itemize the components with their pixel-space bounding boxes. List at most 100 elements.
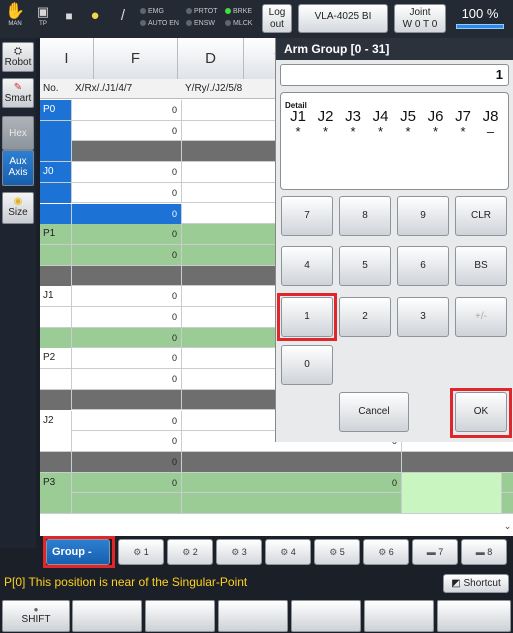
point-name-cell[interactable]	[40, 120, 72, 141]
x-value-cell[interactable]: 0	[72, 224, 182, 245]
function-key-5[interactable]	[364, 600, 434, 632]
column-header-d[interactable]: D	[178, 38, 244, 79]
aux-axis-button[interactable]: Aux Axis	[2, 150, 34, 186]
x-value-cell[interactable]: 0	[72, 286, 182, 307]
point-name-cell[interactable]	[40, 307, 72, 327]
group-button-4[interactable]: ⚙ 4	[265, 539, 311, 565]
function-key-2[interactable]	[145, 600, 215, 632]
wrench-icon[interactable]: /	[112, 3, 134, 33]
group-button-1[interactable]: ⚙ 1	[118, 539, 164, 565]
size-button[interactable]: ◉ Size	[2, 192, 34, 224]
key-5[interactable]: 5	[339, 246, 391, 286]
function-key-3[interactable]	[218, 600, 288, 632]
robot-button[interactable]: ⛭ Robot	[2, 42, 34, 72]
x-value-cell[interactable]: 0	[72, 431, 182, 452]
function-key-6[interactable]	[437, 600, 511, 632]
key-0[interactable]: 0	[281, 345, 333, 385]
top-status-bar: ✋ MAN ▣ TP ■ ● / EMG AUTO EN PRTOT ENSW …	[0, 0, 513, 38]
plus-minus-button[interactable]: +/-	[455, 297, 507, 337]
x-value-cell[interactable]: 0	[72, 162, 182, 183]
x-value-cell[interactable]: 0	[72, 327, 182, 348]
group-button-3[interactable]: ⚙ 3	[216, 539, 262, 565]
point-name-cell[interactable]: P0	[40, 100, 72, 120]
point-name-cell[interactable]: P2	[40, 348, 72, 369]
point-name-cell[interactable]	[40, 389, 72, 410]
function-key-4[interactable]	[291, 600, 361, 632]
hand-icon[interactable]: ✋ MAN	[4, 3, 26, 33]
y-value-cell[interactable]	[182, 493, 402, 514]
x-value-cell[interactable]: 0	[72, 182, 182, 203]
x-value-cell[interactable]: 0	[72, 451, 182, 472]
point-name-cell[interactable]	[40, 244, 72, 265]
z-value-cell[interactable]	[402, 493, 502, 514]
point-name-cell[interactable]	[40, 369, 72, 390]
teach-pendant-icon[interactable]: ▣ TP	[32, 3, 54, 33]
y-value-cell[interactable]: 0	[182, 472, 402, 493]
z-value-cell[interactable]	[402, 472, 502, 493]
coordinate-button[interactable]: Joint W 0 T 0	[394, 4, 446, 33]
x-value-cell[interactable]: 0	[72, 348, 182, 369]
x-value-cell[interactable]: 0	[72, 472, 182, 493]
point-name-cell[interactable]	[40, 327, 72, 348]
coord-mode-label: Joint	[409, 7, 431, 18]
backspace-button[interactable]: BS	[455, 246, 507, 286]
x-value-cell[interactable]	[72, 141, 182, 162]
point-name-cell[interactable]	[40, 451, 72, 472]
column-header-i[interactable]: I	[40, 38, 94, 79]
x-value-cell[interactable]: 0	[72, 203, 182, 224]
point-name-cell[interactable]	[40, 493, 72, 514]
x-value-cell[interactable]: 0	[72, 120, 182, 141]
column-header-f[interactable]: F	[94, 38, 178, 79]
tp-label: TP	[39, 21, 47, 27]
group-button-8[interactable]: ▬ 8	[461, 539, 507, 565]
robot-model-button[interactable]: VLA-4025 BI	[298, 4, 388, 33]
point-name-cell[interactable]	[40, 141, 72, 162]
key-2[interactable]: 2	[339, 297, 391, 337]
stop-square-icon[interactable]: ■	[58, 3, 80, 33]
group-button-6[interactable]: ⚙ 6	[363, 539, 409, 565]
point-name-cell[interactable]	[40, 203, 72, 224]
table-row[interactable]: 0	[40, 451, 513, 473]
point-name-cell[interactable]: J0	[40, 162, 72, 183]
x-value-cell[interactable]: 0	[72, 307, 182, 327]
scroll-down-icon[interactable]: ⌄	[502, 516, 513, 536]
group-button-5[interactable]: ⚙ 5	[314, 539, 360, 565]
key-4[interactable]: 4	[281, 246, 333, 286]
point-name-cell[interactable]	[40, 431, 72, 452]
point-name-cell[interactable]: P1	[40, 224, 72, 245]
hex-button[interactable]: Hex	[2, 116, 34, 150]
point-name-cell[interactable]: J2	[40, 410, 72, 431]
x-value-cell[interactable]: 0	[72, 244, 182, 265]
key-6[interactable]: 6	[397, 246, 449, 286]
table-row[interactable]: P3 0 0	[40, 472, 513, 494]
joint-7: J7 *	[450, 108, 476, 139]
point-name-cell[interactable]	[40, 182, 72, 203]
group-button-2[interactable]: ⚙ 2	[167, 539, 213, 565]
key-7[interactable]: 7	[281, 196, 333, 236]
group-number-input[interactable]: 1	[280, 64, 509, 86]
x-value-cell[interactable]	[72, 265, 182, 286]
shortcut-button[interactable]: ◩ Shortcut	[443, 574, 509, 593]
lightbulb-icon[interactable]: ●	[84, 3, 106, 33]
logout-button[interactable]: Log out	[262, 4, 292, 33]
x-value-cell[interactable]: 0	[72, 410, 182, 431]
function-key-1[interactable]	[72, 600, 142, 632]
speed-button[interactable]: 100 %	[452, 4, 508, 33]
table-row[interactable]	[40, 493, 513, 514]
cancel-button[interactable]: Cancel	[339, 392, 409, 432]
point-name-cell[interactable]: J1	[40, 286, 72, 307]
x-value-cell[interactable]	[72, 389, 182, 410]
key-3[interactable]: 3	[397, 297, 449, 337]
group-button-7[interactable]: ▬ 7	[412, 539, 458, 565]
smart-button[interactable]: ✎ Smart	[2, 78, 34, 108]
x-value-cell[interactable]: 0	[72, 369, 182, 390]
shift-button[interactable]: ● SHIFT	[2, 600, 70, 632]
key-8[interactable]: 8	[339, 196, 391, 236]
point-name-cell[interactable]: P3	[40, 472, 72, 493]
clear-button[interactable]: CLR	[455, 196, 507, 236]
point-name-cell[interactable]	[40, 265, 72, 286]
x-value-cell[interactable]	[72, 493, 182, 514]
key-9[interactable]: 9	[397, 196, 449, 236]
x-value-cell[interactable]: 0	[72, 100, 182, 120]
y-value-cell[interactable]	[182, 451, 402, 472]
